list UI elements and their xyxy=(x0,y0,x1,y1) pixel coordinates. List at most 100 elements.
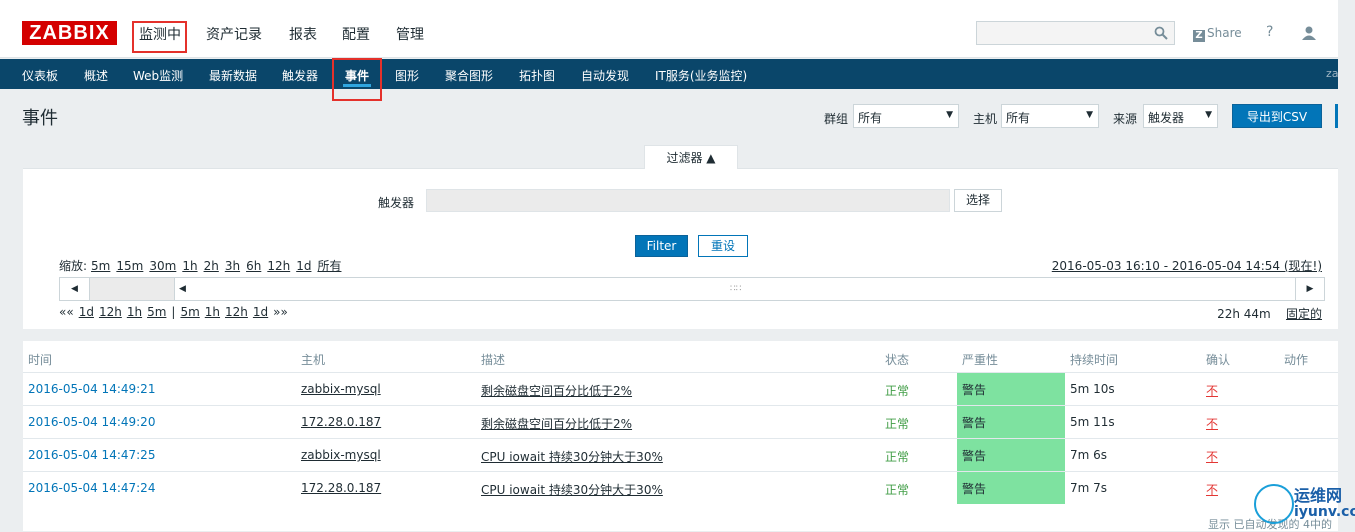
col-header-status[interactable]: 状态 xyxy=(885,351,909,368)
col-header-actions[interactable]: 动作 xyxy=(1284,351,1308,368)
source-select[interactable]: 触发器 ▼ xyxy=(1143,104,1218,128)
zoom-30m[interactable]: 30m xyxy=(149,259,176,273)
zoom-1d[interactable]: 1d xyxy=(296,259,311,273)
filter-tab[interactable]: 过滤器 ▲ xyxy=(644,145,738,169)
nav-back-all[interactable]: «« xyxy=(59,305,74,319)
search-input[interactable] xyxy=(976,21,1175,45)
nav-fwd-12h[interactable]: 12h xyxy=(225,305,248,319)
host-value: 所有 xyxy=(1006,111,1031,125)
nav-fwd-1h[interactable]: 1h xyxy=(205,305,220,319)
zoom-3h[interactable]: 3h xyxy=(225,259,240,273)
submenu-overview[interactable]: 概述 xyxy=(84,67,108,84)
menu-configuration[interactable]: 配置 xyxy=(342,24,370,44)
zoom-12h[interactable]: 12h xyxy=(267,259,290,273)
submenu-it-services[interactable]: IT服务(业务监控) xyxy=(655,67,747,84)
host-link[interactable]: zabbix-mysql xyxy=(301,382,381,396)
col-header-time[interactable]: 时间 xyxy=(28,351,52,368)
host-link[interactable]: 172.28.0.187 xyxy=(301,481,381,495)
filter-button[interactable]: Filter xyxy=(635,235,688,257)
timeline-scrollbar[interactable]: ◀ ◀ ∷∷ ▶ xyxy=(59,277,1325,301)
menu-administration[interactable]: 管理 xyxy=(396,24,424,44)
watermark-logo-icon xyxy=(1254,484,1294,524)
submenu-discovery[interactable]: 自动发现 xyxy=(581,67,629,84)
highlight-box-monitoring xyxy=(132,21,187,53)
fixed-toggle[interactable]: 固定的 xyxy=(1286,307,1322,321)
submenu-latest-data[interactable]: 最新数据 xyxy=(209,67,257,84)
filter-panel: 触发器 选择 Filter 重设 缩放: 5m 15m 30m 1h 2h 3h 6h 12h 1… xyxy=(23,168,1338,329)
group-select[interactable]: 所有 ▼ xyxy=(853,104,959,128)
nav-fwd-5m[interactable]: 5m xyxy=(180,305,199,319)
scroll-right-icon[interactable]: ▶ xyxy=(1296,278,1324,300)
ack-link[interactable]: 不 xyxy=(1206,415,1218,432)
host-label: 主机 xyxy=(973,112,998,126)
user-icon[interactable] xyxy=(1301,25,1317,41)
zoom-2h[interactable]: 2h xyxy=(204,259,219,273)
scroll-left-icon[interactable]: ◀ xyxy=(60,278,90,300)
share-icon: Z xyxy=(1193,30,1205,42)
col-header-ack[interactable]: 确认 xyxy=(1206,351,1230,368)
event-time-link[interactable]: 2016-05-04 14:47:25 xyxy=(28,448,155,462)
site-watermark: 运维网 iyunv.com xyxy=(1250,478,1355,526)
duration-text: 5m 11s xyxy=(1070,415,1115,429)
trigger-input[interactable] xyxy=(426,189,950,212)
help-icon[interactable]: ? xyxy=(1266,24,1273,40)
choose-button[interactable]: 选择 xyxy=(954,189,1002,212)
description-link[interactable]: CPU iowait 持续30分钟大于30% xyxy=(481,481,663,498)
host-link[interactable]: 172.28.0.187 xyxy=(301,415,381,429)
severity-badge: 警告 xyxy=(957,472,1065,504)
submenu-web[interactable]: Web监测 xyxy=(133,67,183,84)
dropdown-arrow-icon: ▼ xyxy=(946,110,953,120)
submenu-screens[interactable]: 聚合图形 xyxy=(445,67,493,84)
host-link[interactable]: zabbix-mysql xyxy=(301,448,381,462)
zabbix-logo[interactable]: ZABBIX xyxy=(22,21,117,45)
slider-left-handle-icon[interactable]: ◀ xyxy=(179,278,186,300)
submenu-maps[interactable]: 拓扑图 xyxy=(519,67,555,84)
zoom-15m[interactable]: 15m xyxy=(116,259,143,273)
col-header-host[interactable]: 主机 xyxy=(301,351,325,368)
nav-fwd-1d[interactable]: 1d xyxy=(253,305,268,319)
nav-back-1h[interactable]: 1h xyxy=(127,305,142,319)
col-header-description[interactable]: 描述 xyxy=(481,351,505,368)
nav-back-1d[interactable]: 1d xyxy=(79,305,94,319)
submenu-dashboard[interactable]: 仪表板 xyxy=(22,67,58,84)
dropdown-arrow-icon: ▼ xyxy=(1205,110,1212,120)
event-time-link[interactable]: 2016-05-04 14:49:20 xyxy=(28,415,155,429)
host-select[interactable]: 所有 ▼ xyxy=(1001,104,1099,128)
menu-reports[interactable]: 报表 xyxy=(289,24,317,44)
page-title: 事件 xyxy=(22,108,58,129)
submenu-triggers[interactable]: 触发器 xyxy=(282,67,318,84)
search-icon[interactable] xyxy=(1154,26,1168,40)
reset-button[interactable]: 重设 xyxy=(698,235,748,257)
share-label: Share xyxy=(1207,26,1242,40)
event-time-link[interactable]: 2016-05-04 14:49:21 xyxy=(28,382,155,396)
nav-fwd-all[interactable]: »» xyxy=(273,305,288,319)
export-csv-button[interactable]: 导出到CSV xyxy=(1232,104,1322,128)
zoom-5m[interactable]: 5m xyxy=(91,259,110,273)
ack-link[interactable]: 不 xyxy=(1206,382,1218,399)
zoom-6h[interactable]: 6h xyxy=(246,259,261,273)
description-link[interactable]: 剩余磁盘空间百分比低于2% xyxy=(481,382,632,399)
event-time-link[interactable]: 2016-05-04 14:47:24 xyxy=(28,481,155,495)
zoom-1h[interactable]: 1h xyxy=(182,259,197,273)
ack-link[interactable]: 不 xyxy=(1206,481,1218,498)
description-link[interactable]: 剩余磁盘空间百分比低于2% xyxy=(481,415,632,432)
zoom-all[interactable]: 所有 xyxy=(317,259,341,273)
share-link[interactable]: Z Share xyxy=(1193,26,1242,42)
severity-badge: 警告 xyxy=(957,406,1065,438)
nav-back-12h[interactable]: 12h xyxy=(99,305,122,319)
events-table: 时间 主机 描述 状态 严重性 持续时间 确认 动作 2016-05-04 14… xyxy=(23,341,1338,531)
nav-back-5m[interactable]: 5m xyxy=(147,305,166,319)
period-navigation: «« 1d 12h 1h 5m | 5m 1h 12h 1d »» xyxy=(59,305,293,319)
menu-inventory[interactable]: 资产记录 xyxy=(206,24,262,44)
timeline-slider[interactable]: ◀ ∷∷ xyxy=(174,278,1296,300)
col-header-severity[interactable]: 严重性 xyxy=(962,351,998,368)
period-display[interactable]: 2016-05-03 16:10 - 2016-05-04 14:54 (现在!… xyxy=(1052,257,1322,274)
description-link[interactable]: CPU iowait 持续30分钟大于30% xyxy=(481,448,663,465)
slider-grip-icon[interactable]: ∷∷ xyxy=(730,278,741,300)
group-value: 所有 xyxy=(858,111,883,125)
duration-text: 5m 10s xyxy=(1070,382,1115,396)
ack-link[interactable]: 不 xyxy=(1206,448,1218,465)
submenu-graphs[interactable]: 图形 xyxy=(395,67,419,84)
col-header-duration[interactable]: 持续时间 xyxy=(1070,351,1118,368)
page-scrollbar[interactable] xyxy=(1338,0,1355,526)
